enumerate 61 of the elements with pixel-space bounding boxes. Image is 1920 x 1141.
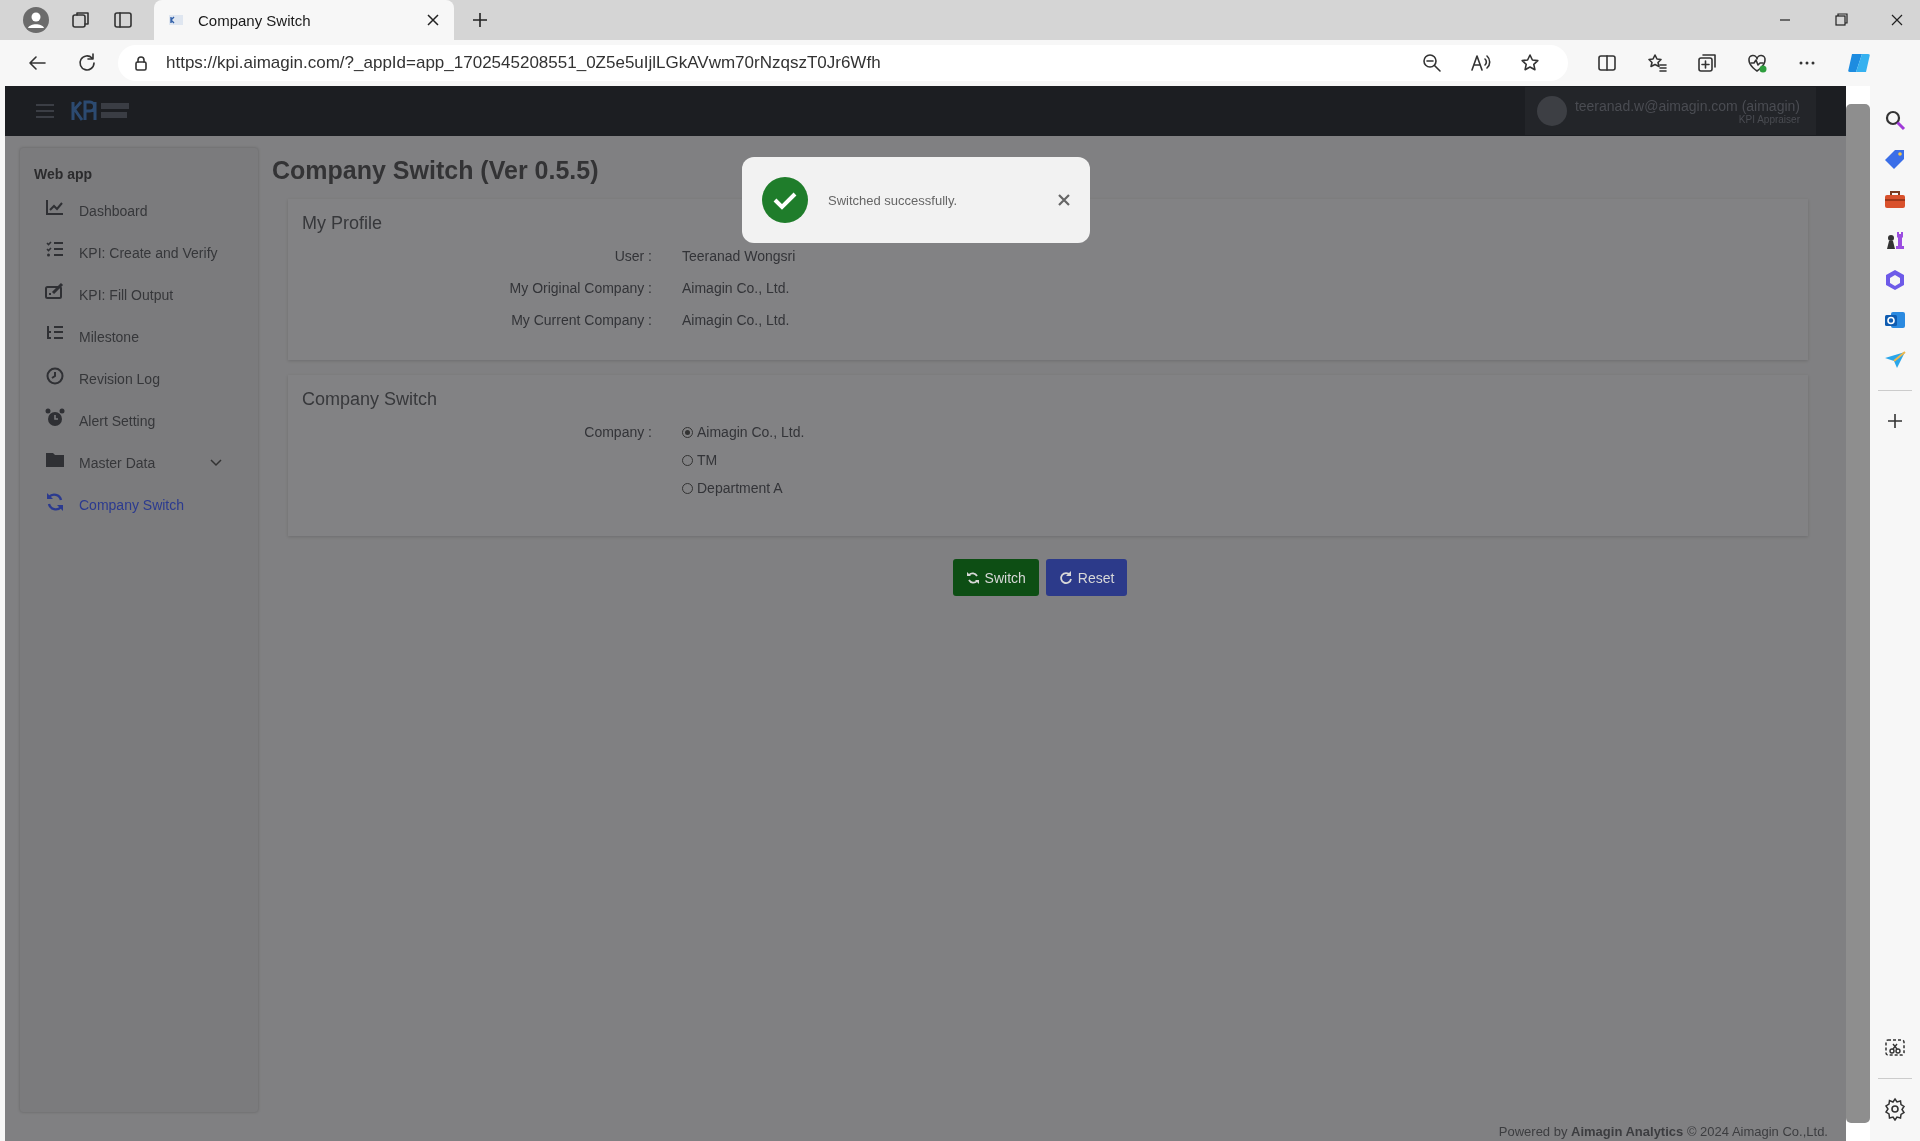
heart-pulse-icon[interactable] (1746, 52, 1768, 74)
sidebar-item[interactable]: Alert Setting (20, 400, 258, 442)
collections-icon[interactable] (1696, 52, 1718, 74)
address-bar[interactable]: https://kpi.aimagin.com/?_appId=app_1702545208551_0Z5e5uIjlLGkAVwm70rNzqszT0Jr6Wfh (118, 45, 1568, 81)
star-icon[interactable] (1520, 53, 1540, 73)
new-tab-icon[interactable] (470, 10, 490, 30)
field-label: Company : (583, 424, 652, 442)
check-circle-icon (762, 177, 808, 223)
history-icon (45, 366, 65, 386)
sidebar-item[interactable]: Dashboard (20, 190, 258, 232)
edit-icon (45, 282, 65, 302)
chevron-down-icon (210, 459, 222, 467)
read-aloud-icon[interactable] (1470, 53, 1492, 73)
reload-icon[interactable] (76, 52, 98, 74)
settings-icon[interactable] (1883, 1097, 1907, 1121)
field-value: Aimagin Co., Ltd. (682, 280, 791, 296)
radio-option[interactable]: Department A (682, 480, 1794, 496)
favorites-icon[interactable] (1646, 52, 1668, 74)
close-icon[interactable] (426, 13, 440, 27)
sidebar-section-title: Web app (33, 166, 94, 182)
workspaces-icon[interactable] (70, 9, 92, 31)
radio-option[interactable]: TM (682, 452, 1794, 468)
url-text: https://kpi.aimagin.com/?_appId=app_1702545208551_0Z5e5uIjlLGkAVwm70rNzqszT0Jr6Wfh (166, 53, 881, 73)
sidebar-item[interactable]: Master Data (20, 442, 258, 484)
sidebar-item[interactable]: Milestone (20, 316, 258, 358)
sync-icon (965, 570, 980, 585)
scrollbar[interactable] (1846, 86, 1870, 1141)
zoom-out-icon[interactable] (1422, 53, 1442, 73)
chart-line-icon (45, 198, 65, 218)
field-label: My Original Company : (508, 280, 652, 296)
tabs-icon[interactable] (112, 9, 134, 31)
avatar-icon (1536, 96, 1567, 126)
page-title: Company Switch (Ver 0.5.5) (272, 156, 600, 185)
sync-icon (45, 492, 65, 512)
split-screen-icon[interactable] (1596, 52, 1618, 74)
search-icon[interactable] (1883, 108, 1907, 132)
card-title: Company Switch (302, 389, 439, 410)
sidebar-item[interactable]: KPI: Fill Output (20, 274, 258, 316)
card-title: My Profile (302, 213, 383, 234)
sidebar-item[interactable]: KPI: Create and Verify (20, 232, 258, 274)
toast-message: Switched successfully. (828, 192, 959, 208)
tag-icon[interactable] (1883, 148, 1907, 172)
lock-icon (132, 54, 150, 72)
sidebar-item[interactable]: Company Switch (20, 484, 258, 526)
radio-option[interactable]: Aimagin Co., Ltd. (682, 424, 1794, 440)
field-label: My Current Company : (510, 312, 652, 328)
hexagon-logo-icon[interactable] (1883, 268, 1907, 292)
reset-button[interactable]: Reset (1045, 559, 1128, 596)
field-value: Teeranad Wongsri (682, 248, 797, 264)
folder-icon (45, 450, 65, 470)
footer-text: Powered by Aimagin Analytics © 2024 Aimagin Co.,Ltd. (1497, 1124, 1829, 1141)
favicon-icon (168, 12, 184, 28)
sidebar-item[interactable]: Revision Log (20, 358, 258, 400)
undo-icon (1058, 570, 1073, 585)
field-value: Aimagin Co., Ltd. (682, 312, 791, 328)
tab-title: Company Switch (198, 11, 312, 29)
profile-icon[interactable] (22, 6, 50, 34)
field-label: User : (613, 248, 652, 264)
alarm-clock-icon (45, 408, 65, 428)
switch-button[interactable]: Switch (952, 559, 1039, 596)
browser-tab[interactable]: Company Switch (154, 0, 454, 40)
